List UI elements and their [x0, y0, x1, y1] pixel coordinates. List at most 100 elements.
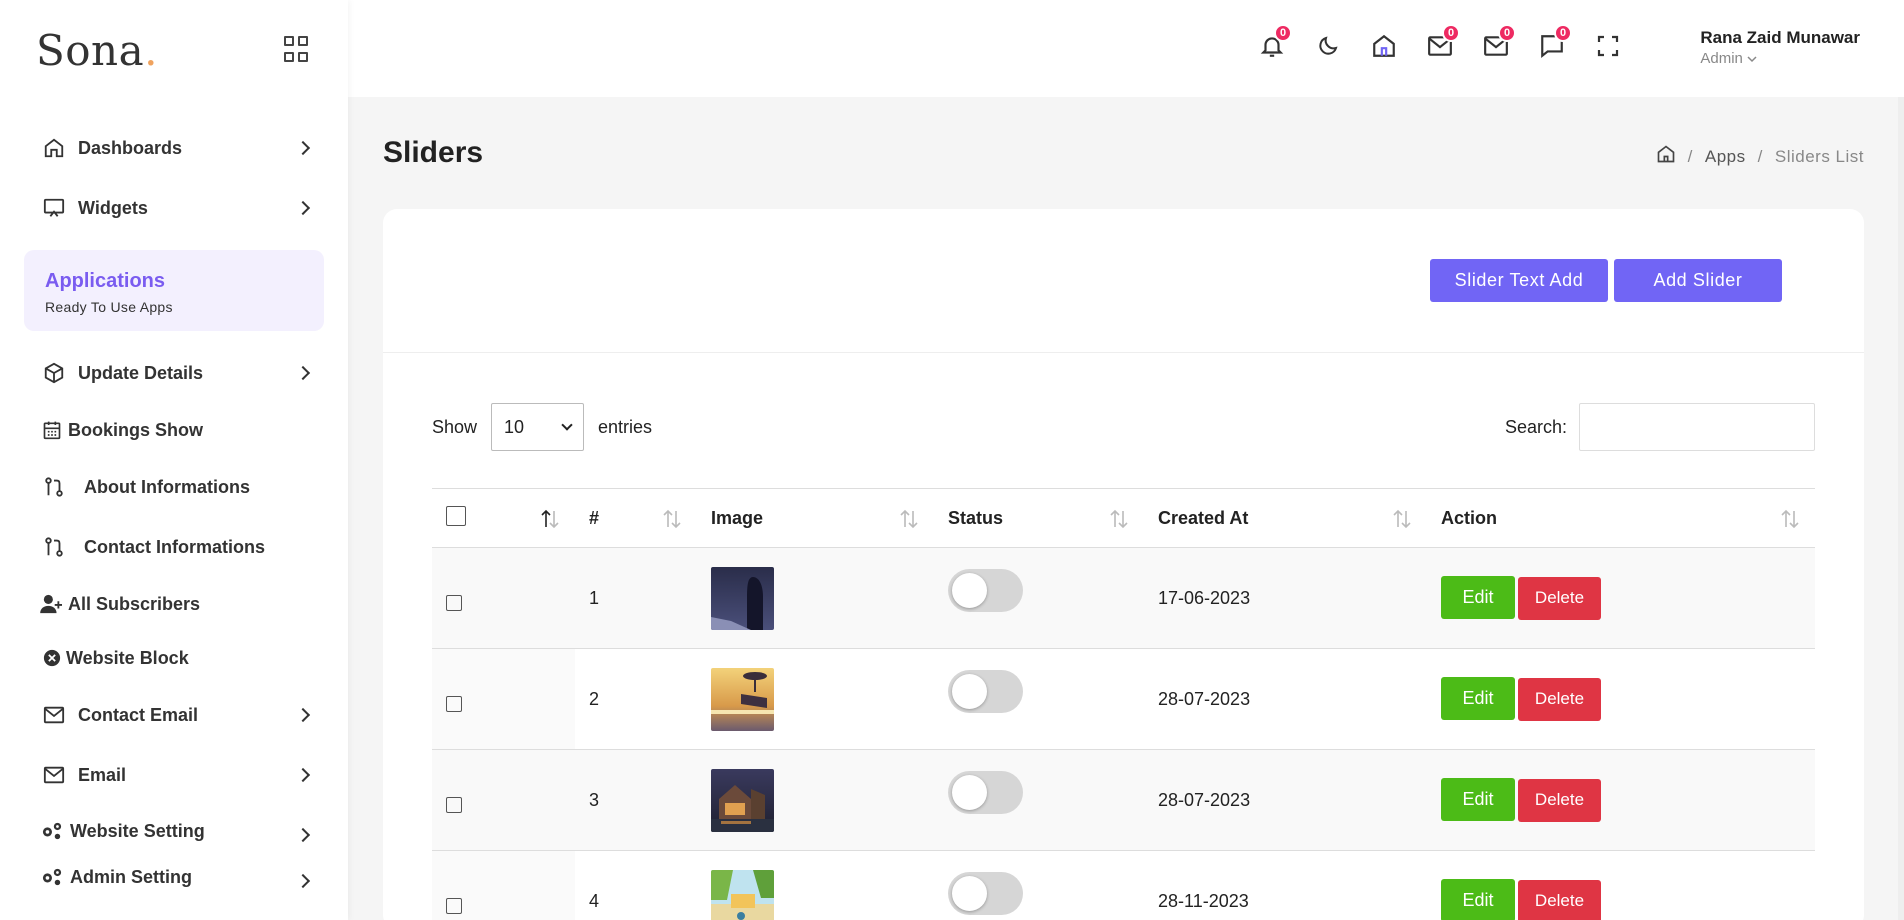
breadcrumb-current: Sliders List: [1774, 146, 1864, 166]
sliders-table: # Image Status Created At Action 1 17-06…: [432, 488, 1815, 920]
column-header-created-at[interactable]: Created At: [1144, 488, 1427, 548]
page-title: Sliders: [383, 136, 484, 169]
edit-button[interactable]: Edit: [1441, 677, 1515, 721]
slider-text-add-button[interactable]: Slider Text Add: [1430, 259, 1608, 302]
breadcrumb-home-icon[interactable]: [1656, 144, 1676, 169]
user-plus-icon: [40, 592, 64, 616]
column-header-select[interactable]: [432, 488, 575, 548]
row-number: 4: [575, 850, 697, 920]
row-checkbox[interactable]: [446, 796, 462, 813]
sidebar-item-widgets[interactable]: Widgets: [0, 178, 348, 238]
delete-button[interactable]: Delete: [1518, 778, 1601, 822]
column-header-image[interactable]: Image: [697, 488, 934, 548]
sort-icon: [900, 509, 918, 529]
row-actions: Edit Delete: [1427, 749, 1815, 851]
column-header-number[interactable]: #: [575, 488, 697, 548]
breadcrumb-apps[interactable]: Apps: [1705, 147, 1746, 167]
sidebar-item-label: Contact Email: [78, 704, 199, 725]
row-actions: Edit Delete: [1427, 850, 1815, 920]
slider-thumbnail[interactable]: [711, 566, 774, 630]
home-button[interactable]: [1356, 28, 1412, 68]
slider-thumbnail[interactable]: [711, 869, 774, 920]
page-scrollbar[interactable]: [1898, 0, 1904, 920]
user-role: Admin: [1700, 50, 1860, 67]
edit-button[interactable]: Edit: [1441, 778, 1515, 822]
sidebar-item-bookings-show[interactable]: Bookings Show: [0, 403, 348, 457]
notifications-button[interactable]: 0: [1244, 24, 1300, 68]
column-header-status[interactable]: Status: [934, 488, 1144, 548]
search-input[interactable]: [1579, 403, 1815, 451]
column-label: #: [589, 507, 600, 528]
select-all-checkbox[interactable]: [446, 505, 466, 526]
fullscreen-icon: [1596, 34, 1620, 63]
sidebar-item-website-block[interactable]: Website Block: [0, 631, 348, 685]
git-compare-icon: [42, 475, 66, 499]
theme-toggle-button[interactable]: [1300, 28, 1356, 68]
chat-button[interactable]: 0: [1524, 24, 1580, 68]
sidebar-menu: Dashboards Widgets: [0, 100, 348, 238]
sidebar-item-email[interactable]: Email: [0, 745, 348, 805]
status-toggle[interactable]: [948, 770, 1023, 814]
slider-thumbnail[interactable]: [711, 667, 774, 731]
mail-icon: [42, 763, 66, 787]
status-toggle[interactable]: [948, 568, 1023, 612]
row-number: 2: [575, 648, 697, 750]
logo[interactable]: Sona.: [36, 26, 158, 75]
column-header-action[interactable]: Action: [1427, 488, 1815, 548]
sidebar-item-contact-informations[interactable]: Contact Informations: [0, 517, 348, 577]
slider-thumbnail[interactable]: [711, 768, 774, 832]
applications-title: Applications: [45, 270, 166, 292]
apps-grid-icon[interactable]: [284, 36, 312, 64]
user-menu[interactable]: Rana Zaid Munawar Admin: [1700, 28, 1860, 67]
row-number: 1: [575, 547, 697, 649]
delete-button[interactable]: Delete: [1518, 576, 1601, 620]
row-status-cell: [934, 749, 1144, 851]
table-row: 1 17-06-2023 Edit Delete: [432, 547, 1815, 649]
column-label: Status: [948, 507, 1004, 528]
sidebar-item-label: Email: [78, 764, 127, 785]
chevron-right-icon: [295, 767, 311, 783]
status-toggle[interactable]: [948, 669, 1023, 713]
fullscreen-button[interactable]: [1580, 28, 1636, 68]
sidebar-item-label: Dashboards: [78, 137, 183, 158]
top-header: 0 0 0 0 Rana Zaid Munawar Admin: [348, 0, 1904, 97]
add-slider-button[interactable]: Add Slider: [1614, 259, 1782, 302]
sidebar: Sona. Dashboards Widgets Applications Re…: [0, 0, 348, 920]
sidebar-item-website-setting[interactable]: Website Setting: [0, 805, 348, 857]
row-image-cell: [697, 749, 934, 851]
row-checkbox[interactable]: [446, 695, 462, 712]
applications-subtitle: Ready To Use Apps: [45, 299, 173, 315]
messages-button[interactable]: 0: [1412, 24, 1468, 68]
edit-button[interactable]: Edit: [1441, 879, 1515, 920]
edit-button[interactable]: Edit: [1441, 576, 1515, 620]
table-row: 4 28-11-2023 Edit Delete: [432, 850, 1815, 920]
logo-text: Sona: [36, 25, 145, 75]
sidebar-item-update-details[interactable]: Update Details: [0, 343, 348, 403]
row-created-at: 28-07-2023: [1144, 749, 1427, 851]
applications-section[interactable]: Applications Ready To Use Apps: [24, 250, 324, 331]
chevron-right-icon: [295, 827, 311, 843]
sidebar-menu-apps: Update Details Bookings Show About Infor…: [0, 343, 348, 897]
sidebar-item-contact-email[interactable]: Contact Email: [0, 685, 348, 745]
column-label: Image: [711, 507, 764, 528]
sidebar-item-dashboards[interactable]: Dashboards: [0, 118, 348, 178]
mail-button[interactable]: 0: [1468, 24, 1524, 68]
delete-button[interactable]: Delete: [1518, 879, 1601, 920]
sidebar-item-admin-setting[interactable]: Admin Setting: [0, 857, 348, 897]
entries-select[interactable]: 10: [491, 403, 585, 451]
delete-button[interactable]: Delete: [1518, 677, 1601, 721]
status-toggle[interactable]: [948, 871, 1023, 915]
moon-icon: [1316, 34, 1340, 63]
sidebar-item-label: About Informations: [84, 476, 250, 497]
row-checkbox[interactable]: [446, 897, 462, 914]
chevron-down-icon: [561, 419, 573, 431]
sidebar-item-label: Admin Setting: [70, 866, 192, 887]
sidebar-item-all-subscribers[interactable]: All Subscribers: [0, 577, 348, 631]
row-created-at: 17-06-2023: [1144, 547, 1427, 649]
mail-badge: 0: [1498, 24, 1516, 42]
sidebar-item-about-informations[interactable]: About Informations: [0, 457, 348, 517]
row-status-cell: [934, 648, 1144, 750]
entries-select-value: 10: [504, 416, 525, 437]
git-compare-icon: [42, 535, 66, 559]
row-checkbox[interactable]: [446, 594, 462, 611]
